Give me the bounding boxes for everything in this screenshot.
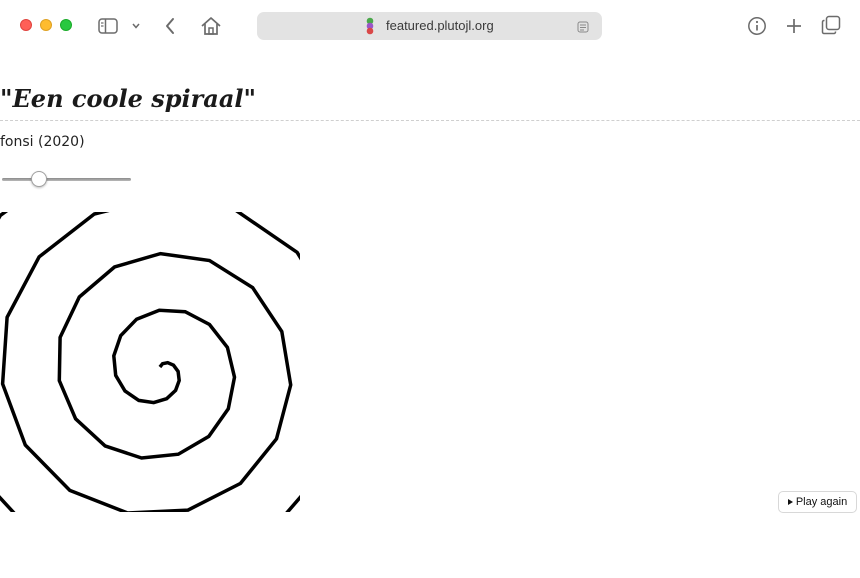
- tab-overview-icon[interactable]: [820, 14, 842, 36]
- home-icon[interactable]: [199, 14, 223, 38]
- play-icon: [787, 499, 793, 505]
- title-divider: [0, 120, 860, 121]
- spiral-drawing: [0, 212, 300, 512]
- info-icon[interactable]: [746, 15, 768, 37]
- address-text: featured.plutojl.org: [386, 18, 494, 33]
- pluto-logo-icon: [363, 17, 377, 35]
- address-bar[interactable]: featured.plutojl.org: [257, 12, 602, 40]
- zoom-window-button[interactable]: [60, 19, 72, 31]
- author-line: fonsi (2020): [0, 134, 85, 150]
- title-quote-close: ": [243, 84, 257, 113]
- minimize-window-button[interactable]: [40, 19, 52, 31]
- reader-mode-icon[interactable]: [575, 19, 591, 35]
- browser-toolbar: featured.plutojl.org: [0, 0, 860, 52]
- plus-icon[interactable]: [783, 15, 805, 37]
- close-window-button[interactable]: [20, 19, 32, 31]
- play-again-button[interactable]: Play again: [778, 491, 857, 513]
- slider-track[interactable]: [2, 178, 131, 181]
- page-title: "Een coole spiraal": [0, 84, 256, 113]
- play-again-label: Play again: [795, 496, 848, 508]
- sidebar-icon[interactable]: [96, 15, 120, 37]
- title-quote-open: ": [0, 84, 13, 113]
- spiral-path: [0, 212, 300, 512]
- slider-thumb[interactable]: [31, 171, 48, 187]
- back-icon[interactable]: [160, 14, 180, 38]
- title-text: Een coole spiraal: [12, 84, 244, 113]
- chevron-down-icon[interactable]: [129, 19, 143, 33]
